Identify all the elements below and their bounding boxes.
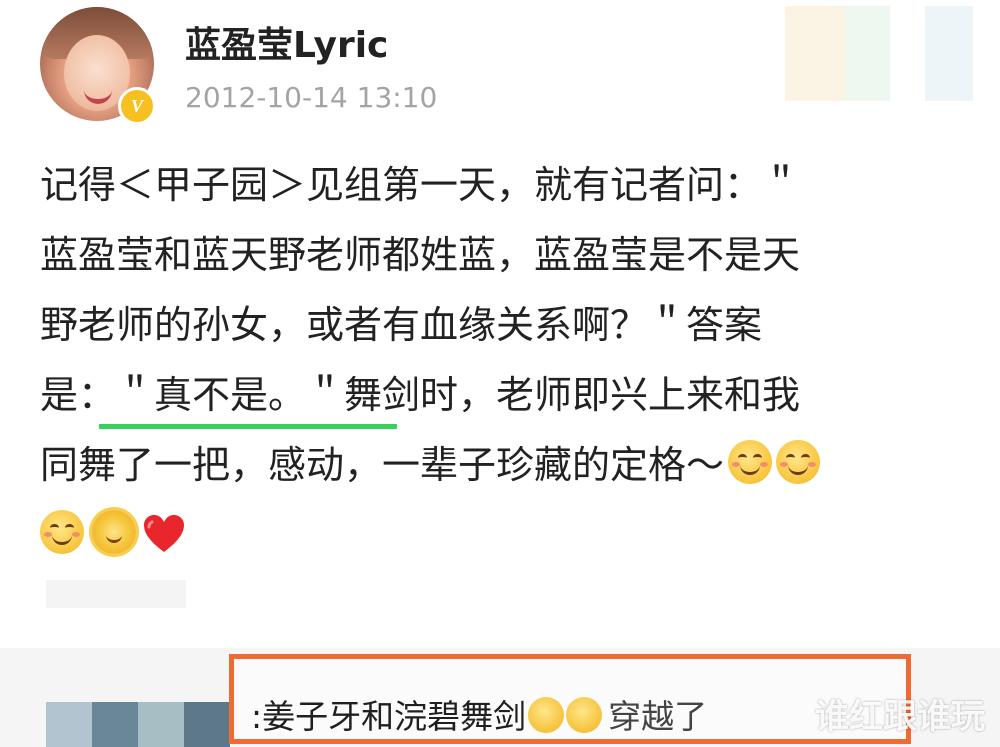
post-line: 野老师的孙女，或者有血缘关系啊？＂答案	[40, 303, 763, 347]
blurred-background-block	[785, 6, 845, 101]
laugh-emoji-icon	[528, 697, 565, 733]
verified-badge-icon: V	[118, 87, 156, 125]
post-body: 记得＜甲子园＞见组第一天，就有记者问：＂ 蓝盈莹和蓝天野老师都姓蓝，蓝盈莹是不是…	[40, 150, 960, 570]
blurred-background-block	[46, 580, 186, 608]
blurred-stripe	[46, 702, 92, 747]
post-line-text: 同舞了一把，感动，一辈子珍藏的定格～	[40, 443, 725, 487]
post-line: 同舞了一把，感动，一辈子珍藏的定格～	[40, 430, 960, 500]
laugh-emoji-icon	[566, 697, 603, 733]
smile-emoji-icon	[776, 440, 821, 484]
post-line: 蓝盈莹和蓝天野老师都姓蓝，蓝盈莹是不是天	[40, 233, 801, 277]
comment-text-main: :姜子牙和浣碧舞剑	[251, 697, 527, 736]
post-line	[40, 500, 960, 570]
blurred-stripe	[184, 702, 230, 747]
blurred-stripe	[138, 702, 184, 747]
highlight-underline	[99, 424, 397, 429]
heart-emoji-icon	[144, 515, 184, 552]
post-line: 是：＂真不是。＂舞剑时，老师即兴上来和我	[40, 373, 801, 417]
sun-emoji-icon	[92, 510, 136, 554]
blurred-stripe	[92, 702, 138, 747]
weibo-post-screenshot: V 蓝盈莹Lyric 2012-10-14 13:10 记得＜甲子园＞见组第一天…	[0, 0, 1000, 747]
blurred-background-block	[925, 6, 973, 101]
blurred-background-block	[845, 6, 890, 101]
username[interactable]: 蓝盈莹Lyric	[185, 16, 388, 68]
comment-text-trailing: 穿越了	[608, 697, 708, 736]
comment-text[interactable]: :姜子牙和浣碧舞剑 穿越了	[251, 690, 707, 738]
watermark-text: 谁红跟谁玩	[815, 697, 985, 737]
smile-emoji-icon	[728, 440, 773, 484]
post-timestamp[interactable]: 2012-10-14 13:10	[185, 81, 437, 114]
smile-emoji-icon	[40, 510, 84, 554]
post-line: 记得＜甲子园＞见组第一天，就有记者问：＂	[40, 163, 801, 207]
